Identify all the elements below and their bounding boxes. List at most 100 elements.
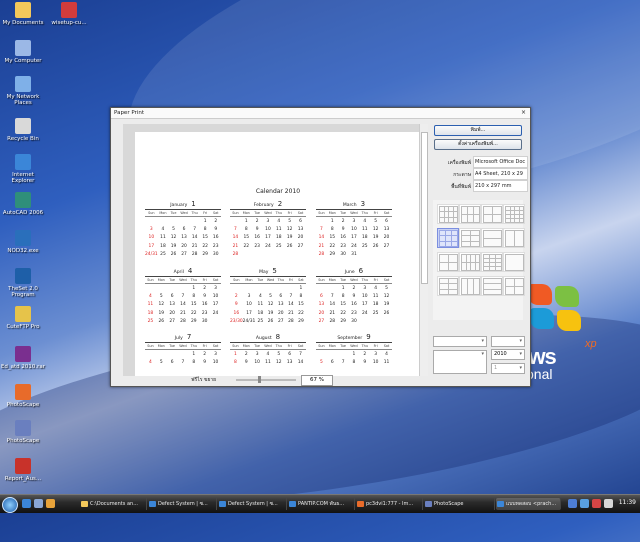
day-cell: 21 xyxy=(318,243,325,249)
clock[interactable]: 11:39 xyxy=(619,499,636,506)
month-combo[interactable]: 1 ▾ xyxy=(491,363,525,374)
dialog-titlebar[interactable]: Paper Print × xyxy=(111,108,530,119)
desktop-icon[interactable]: Ed_atd 2010.rar xyxy=(0,346,46,370)
day-cell: 19 xyxy=(383,302,390,308)
tray-network-icon[interactable] xyxy=(580,499,589,508)
quicklaunch-desktop-icon[interactable] xyxy=(34,499,43,508)
day-cell: 7 xyxy=(330,294,334,300)
month-header: March 3 xyxy=(316,200,392,210)
printer-label: เครื่องพิมพ์ xyxy=(447,160,471,166)
option-combo[interactable]: ▾ xyxy=(491,336,525,347)
taskbar-button-label: PANTIP.COM พันธ... xyxy=(298,501,345,507)
day-cell: 18 xyxy=(147,310,154,316)
day-cell: 16 xyxy=(233,310,240,316)
desktop-icon[interactable]: wisetup-cu... xyxy=(46,2,92,26)
day-cell: 7 xyxy=(181,294,185,300)
zoom-slider-knob[interactable] xyxy=(258,376,261,383)
computer-icon xyxy=(15,40,31,56)
day-cell: 15 xyxy=(243,235,250,241)
start-button[interactable] xyxy=(2,497,18,513)
taskbar-button[interactable]: Defect System | ซ... xyxy=(218,498,287,510)
taskbar-button-label: แบบทดสอบ <prach... xyxy=(506,501,557,507)
month-number: 2 xyxy=(277,200,283,208)
desktop-icon[interactable]: PhotoScape xyxy=(0,420,46,444)
taskbar-app-icon xyxy=(81,501,88,507)
day-cell: 9 xyxy=(234,302,238,308)
taskbar-button[interactable]: แบบทดสอบ <prach... xyxy=(496,498,561,510)
chevron-down-icon: ▾ xyxy=(519,351,522,357)
preview-scrollbar[interactable] xyxy=(419,124,428,376)
day-cell: 27 xyxy=(318,319,325,325)
layout-thumbnail[interactable] xyxy=(503,252,525,272)
taskbar-button[interactable]: pc3dvi1:777 - Im... xyxy=(356,498,423,510)
quicklaunch-ie-icon[interactable] xyxy=(22,499,31,508)
day-cell xyxy=(381,251,392,259)
quicklaunch-media-icon[interactable] xyxy=(46,499,55,508)
desktop-icon[interactable]: My Network Places xyxy=(0,76,46,106)
day-cell: 7 xyxy=(341,360,345,366)
layout-thumbnail[interactable] xyxy=(459,204,481,224)
layout-thumbnail[interactable] xyxy=(437,204,459,224)
layout-cell xyxy=(473,214,480,223)
desktop-icon[interactable]: CuteFTP Pro xyxy=(0,306,46,330)
day-cell xyxy=(359,251,370,259)
layout-thumbnail[interactable] xyxy=(481,204,503,224)
layout-thumbnail[interactable] xyxy=(437,252,459,272)
desktop-icon[interactable]: Internet Explorer xyxy=(0,154,46,184)
tray-antivirus-icon[interactable] xyxy=(592,499,601,508)
month-number: 4 xyxy=(187,267,193,275)
day-cell: 6 xyxy=(330,360,334,366)
day-cell: 5 xyxy=(288,218,292,224)
scrollbar-thumb[interactable] xyxy=(421,132,428,284)
layout-thumbnail[interactable] xyxy=(459,252,481,272)
layout-thumbnail[interactable] xyxy=(503,276,525,296)
layout-thumbnail[interactable] xyxy=(481,276,503,296)
day-cell xyxy=(316,284,327,293)
desktop-icon[interactable]: My Computer xyxy=(0,40,46,64)
tray-language-icon[interactable] xyxy=(568,499,577,508)
folder-documents-icon xyxy=(15,2,31,18)
desktop-icon[interactable]: TheSet 2.0 Program xyxy=(0,268,46,298)
layout-thumbnail[interactable] xyxy=(459,228,481,248)
day-cell: 20 xyxy=(318,310,325,316)
day-cell xyxy=(286,284,296,293)
layout-thumbnail[interactable] xyxy=(503,204,525,224)
layout-thumbnail[interactable] xyxy=(481,252,503,272)
printer-setup-button[interactable]: ตั้งค่าเครื่องพิมพ์... xyxy=(434,139,522,150)
desktop-icon[interactable]: Recycle Bin xyxy=(0,118,46,142)
calendar-month: August 8 Sun Mon Tue Wed Thu Fri Sat 1 2 3 4 5 6 7 8 9 10 1… xyxy=(230,333,306,367)
layout-cell xyxy=(474,262,480,271)
day-cell: 14 xyxy=(297,360,304,366)
year-combo[interactable]: 2010 ▾ xyxy=(491,349,525,360)
day-cell: 26 xyxy=(383,310,390,316)
zoom-value[interactable]: 67 % xyxy=(301,375,333,386)
day-cell: 1 xyxy=(330,218,334,224)
day-cell: 20 xyxy=(169,310,175,316)
zoom-slider[interactable] xyxy=(236,376,296,383)
taskbar-button[interactable]: PhotoScape xyxy=(424,498,495,510)
template-list[interactable]: ▾ xyxy=(433,350,487,374)
tray-volume-icon[interactable] xyxy=(604,499,613,508)
day-cell: 15 xyxy=(191,302,197,308)
layout-thumbnail[interactable] xyxy=(481,228,503,248)
layout-thumbnail[interactable] xyxy=(459,276,481,296)
taskbar-button[interactable]: PANTIP.COM พันธ... xyxy=(288,498,355,510)
desktop-icon[interactable]: PhotoScape xyxy=(0,384,46,408)
desktop-icon[interactable]: My Documents xyxy=(0,2,46,26)
template-combo[interactable]: ▾ xyxy=(433,336,487,347)
desktop-icon[interactable]: Report_Aus... xyxy=(0,458,46,482)
calendar-month: March 3 Sun Mon Tue Wed Thu Fri Sat 1 2 3 4 5 6 7 8 9 10 11… xyxy=(316,200,392,259)
print-button[interactable]: พิมพ์... xyxy=(434,125,522,136)
layout-thumbnail[interactable] xyxy=(437,276,459,296)
close-icon[interactable]: × xyxy=(521,108,526,118)
theset-icon xyxy=(15,268,31,284)
layout-thumbnail[interactable] xyxy=(437,228,459,248)
desktop-icon[interactable]: NOD32.exe xyxy=(0,230,46,254)
taskbar-button[interactable]: Defect System | ซ... xyxy=(148,498,217,510)
taskbar-button-label: C:\Documents an... xyxy=(90,501,138,507)
taskbar-button[interactable]: C:\Documents an... xyxy=(80,498,147,510)
desktop-icon[interactable]: AutoCAD 2006 xyxy=(0,192,46,216)
printer-value: Microsoft Office Doc xyxy=(473,156,528,168)
day-cell: 2 xyxy=(341,218,345,224)
layout-thumbnail[interactable] xyxy=(503,228,525,248)
